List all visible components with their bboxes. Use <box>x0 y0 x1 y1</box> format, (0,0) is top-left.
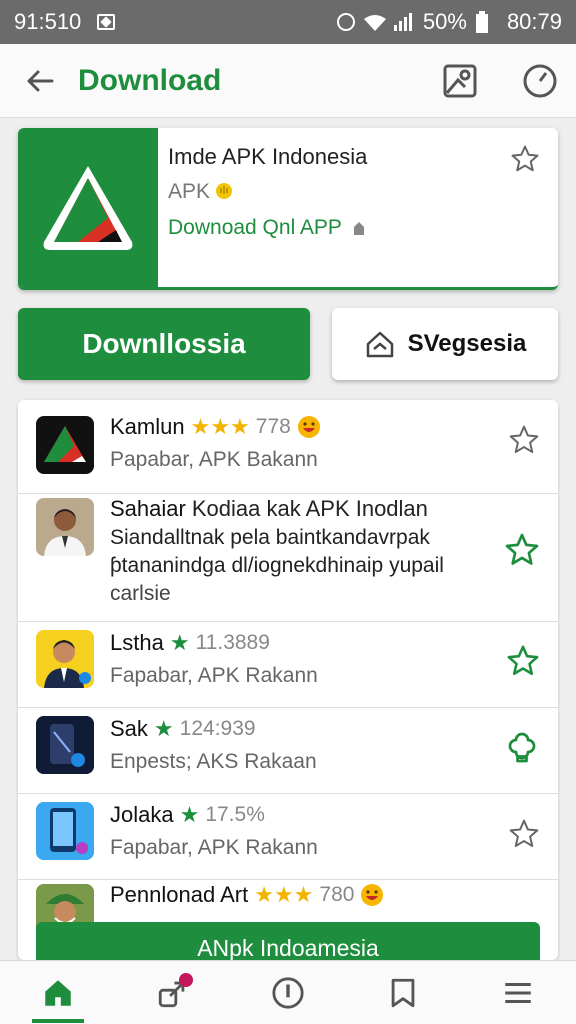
download-button[interactable]: Downllossia <box>18 308 310 380</box>
star-outline-icon <box>507 645 539 676</box>
app-subtitle: Papabar, APK Bakann <box>110 448 318 471</box>
rating-value: 11.3889 <box>195 631 270 654</box>
pin-icon <box>216 183 233 199</box>
image-button[interactable] <box>440 61 480 101</box>
app-desc-title: Kodiaa kak APK Inodlan <box>191 496 428 521</box>
timer-icon <box>523 64 557 97</box>
bottom-navigation <box>0 960 576 1024</box>
list-item[interactable]: Lstha ★ 11.3889 Fapabar, APK Rakann <box>18 622 558 708</box>
home-icon <box>44 979 71 1006</box>
bookmark-icon <box>391 978 415 1007</box>
timer-button[interactable] <box>520 61 560 101</box>
app-title: Lstha <box>110 630 164 655</box>
app-description-line: Siandalltnak pela baintkandavrpak <box>110 526 430 549</box>
status-bar: 91:510 50% 80:79 <box>0 0 576 44</box>
favorite-button[interactable] <box>504 532 540 573</box>
star-outline-icon <box>509 819 539 847</box>
app-description-line: carlsie <box>110 582 171 605</box>
clover-icon <box>508 732 536 763</box>
battery-icon <box>475 11 489 33</box>
app-subtitle: Fapabar, APK Rakann <box>110 836 318 859</box>
download-icon <box>353 222 364 235</box>
star-outline-icon <box>505 533 539 565</box>
rating-star-icon: ★ <box>153 716 174 741</box>
home-outline-icon <box>366 331 393 358</box>
app-thumbnail <box>36 416 94 474</box>
rating-star-icon: ★ <box>169 630 190 655</box>
list-item[interactable]: Sahaiar Kodiaa kak APK Inodlan Siandallt… <box>18 494 558 622</box>
featured-download-link-label: Downoad Qnl APP <box>168 216 342 239</box>
featured-app-logo <box>18 128 158 287</box>
app-title: Jolaka <box>110 802 174 827</box>
battery-percent: 50% <box>422 9 467 34</box>
rating-value: 780 <box>319 883 355 906</box>
nav-share[interactable] <box>143 963 203 1023</box>
favorite-button[interactable] <box>508 818 540 855</box>
emoji-icon <box>297 416 320 438</box>
favorite-button[interactable] <box>508 424 540 461</box>
app-thumbnail <box>36 630 94 688</box>
favorite-button[interactable] <box>506 644 540 683</box>
status-clock-right: 80:79 <box>506 9 562 34</box>
app-subtitle: Enpests; AKS Rakaan <box>110 750 317 773</box>
favorite-button[interactable] <box>504 728 540 769</box>
app-title: Kamlun <box>110 414 185 439</box>
notification-badge <box>178 972 193 987</box>
image-icon <box>443 64 477 97</box>
rating-stars: ★★★ <box>190 414 250 439</box>
app-thumbnail <box>36 498 94 556</box>
menu-icon <box>505 982 532 1003</box>
page-title: Download <box>78 63 222 97</box>
featured-app-subtitle: APK <box>168 180 211 203</box>
rating-stars: ★★★ <box>254 882 314 907</box>
save-button-label: SVegsesia <box>407 330 527 357</box>
star-outline-icon <box>511 145 539 172</box>
app-description-line: ƥtananindga dl/iognekdhinaip yupail <box>110 554 444 577</box>
nav-home[interactable] <box>28 963 88 1023</box>
star-outline-icon <box>509 425 539 453</box>
app-list: Kamlun ★★★ 778 Papabar, APK Bakann Sahai… <box>18 400 558 960</box>
app-thumbnail <box>36 802 94 860</box>
list-item[interactable]: Sak ★ 124:939 Enpests; AKS Rakaan <box>18 708 558 794</box>
app-subtitle: Fapabar, APK Rakann <box>110 664 318 687</box>
back-arrow-icon <box>27 70 54 91</box>
nav-bookmarks[interactable] <box>373 963 433 1023</box>
list-item[interactable]: Kamlun ★★★ 778 Papabar, APK Bakann <box>18 400 558 494</box>
app-title: Sak <box>110 716 148 741</box>
info-icon <box>272 976 304 1009</box>
notification-app-icon <box>97 14 116 30</box>
alarm-icon <box>336 13 355 31</box>
rating-value: 778 <box>255 415 291 438</box>
rating-star-icon: ★ <box>179 802 200 827</box>
wifi-icon <box>363 14 386 31</box>
nav-info[interactable] <box>258 963 318 1023</box>
featured-download-link[interactable]: Downoad Qnl APP <box>168 216 548 240</box>
app-bar: Download <box>0 44 576 118</box>
back-button[interactable] <box>20 61 60 101</box>
signal-icon <box>393 13 415 31</box>
app-thumbnail <box>36 716 94 774</box>
featured-app-title: Imde APK Indonesia <box>168 144 368 169</box>
rating-value: 17.5% <box>205 803 265 826</box>
featured-favorite-button[interactable] <box>510 144 540 179</box>
save-button[interactable]: SVegsesia <box>332 308 558 380</box>
app-title: Pennlonad Art <box>110 882 249 907</box>
emoji-icon <box>361 884 384 906</box>
rating-value: 124:939 <box>179 717 256 740</box>
featured-app-card[interactable]: Imde APK Indonesia APK Downoad Qnl APP <box>18 128 558 290</box>
nav-menu[interactable] <box>488 963 548 1023</box>
list-item[interactable]: Jolaka ★ 17.5% Fapabar, APK Rakann <box>18 794 558 880</box>
status-time: 91:510 <box>14 9 82 34</box>
app-title: Sahaiar <box>110 496 186 521</box>
